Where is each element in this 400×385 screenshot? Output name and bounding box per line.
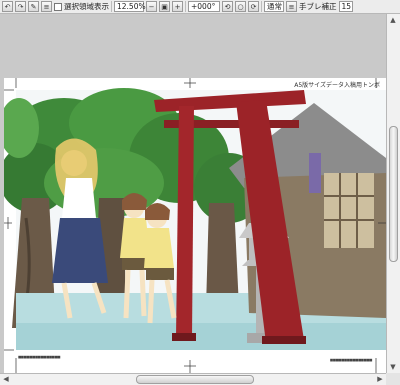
brush-icon: ✎ bbox=[30, 2, 37, 11]
divider bbox=[185, 1, 186, 12]
brush-tool-button[interactable]: ✎ bbox=[28, 1, 39, 12]
scroll-right-arrow-icon[interactable]: ▶ bbox=[374, 373, 386, 385]
zoom-fit-button[interactable]: ▣ bbox=[159, 1, 170, 12]
horizontal-scroll-thumb[interactable] bbox=[136, 375, 254, 384]
divider bbox=[261, 1, 262, 12]
blend-options-button[interactable]: ≡ bbox=[286, 1, 297, 12]
bottom-note-right: ■■■■■■■■■■■■■■■ bbox=[329, 358, 373, 362]
stabilizer-field[interactable]: 15 bbox=[338, 1, 353, 12]
stabilizer-label: 手ブレ補正 bbox=[299, 2, 337, 11]
undo-button[interactable]: ↶ bbox=[2, 1, 13, 12]
vertical-scrollbar[interactable]: ▲ ▼ bbox=[386, 14, 400, 373]
scroll-up-arrow-icon[interactable]: ▲ bbox=[387, 14, 399, 26]
divider bbox=[111, 1, 112, 12]
redo-button[interactable]: ↷ bbox=[15, 1, 26, 12]
selection-display-label: 選択領域表示 bbox=[64, 2, 109, 11]
rotate-right-button[interactable]: ⟳ bbox=[248, 1, 259, 12]
illustration bbox=[0, 78, 386, 373]
selection-display-checkbox[interactable] bbox=[54, 2, 62, 11]
blend-mode-select[interactable]: 通常 bbox=[264, 1, 284, 12]
plus-icon: + bbox=[174, 2, 181, 11]
canvas-page[interactable]: A5版サイズデータ入稿用トンボ ■■■■■■■■■■■■■■■ ■■■■■■■■… bbox=[0, 78, 386, 373]
reset-icon: ○ bbox=[237, 2, 244, 11]
fit-icon: ▣ bbox=[161, 2, 168, 11]
rotation-field[interactable]: +000° bbox=[188, 1, 220, 12]
document-title: A5版サイズデータ入稿用トンボ bbox=[294, 82, 380, 89]
canvas-workspace[interactable]: A5版サイズデータ入稿用トンボ ■■■■■■■■■■■■■■■ ■■■■■■■■… bbox=[0, 14, 386, 373]
bottom-note-left: ■■■■■■■■■■■■■■■ bbox=[18, 355, 61, 359]
rotate-left-icon: ⟲ bbox=[224, 2, 231, 11]
zoom-field[interactable]: 12.50% bbox=[114, 1, 146, 12]
zoom-in-button[interactable]: + bbox=[172, 1, 183, 12]
undo-icon: ↶ bbox=[4, 2, 11, 11]
scroll-corner bbox=[386, 373, 400, 385]
redo-icon: ↷ bbox=[17, 2, 24, 11]
toolbar: ↶ ↷ ✎ ≡ 選択領域表示 12.50% − ▣ + +000° ⟲ ○ ⟳ … bbox=[0, 0, 400, 14]
rotate-right-icon: ⟳ bbox=[250, 2, 257, 11]
scroll-left-arrow-icon[interactable]: ◀ bbox=[0, 373, 12, 385]
minus-icon: − bbox=[148, 2, 155, 11]
list-icon: ≡ bbox=[288, 2, 295, 11]
vertical-scroll-thumb[interactable] bbox=[389, 126, 398, 262]
layer-button[interactable]: ≡ bbox=[41, 1, 52, 12]
rotate-left-button[interactable]: ⟲ bbox=[222, 1, 233, 12]
zoom-out-button[interactable]: − bbox=[146, 1, 157, 12]
horizontal-scrollbar[interactable]: ◀ ▶ bbox=[0, 373, 386, 385]
scroll-down-arrow-icon[interactable]: ▼ bbox=[387, 361, 399, 373]
rotate-reset-button[interactable]: ○ bbox=[235, 1, 246, 12]
layer-icon: ≡ bbox=[43, 2, 50, 11]
